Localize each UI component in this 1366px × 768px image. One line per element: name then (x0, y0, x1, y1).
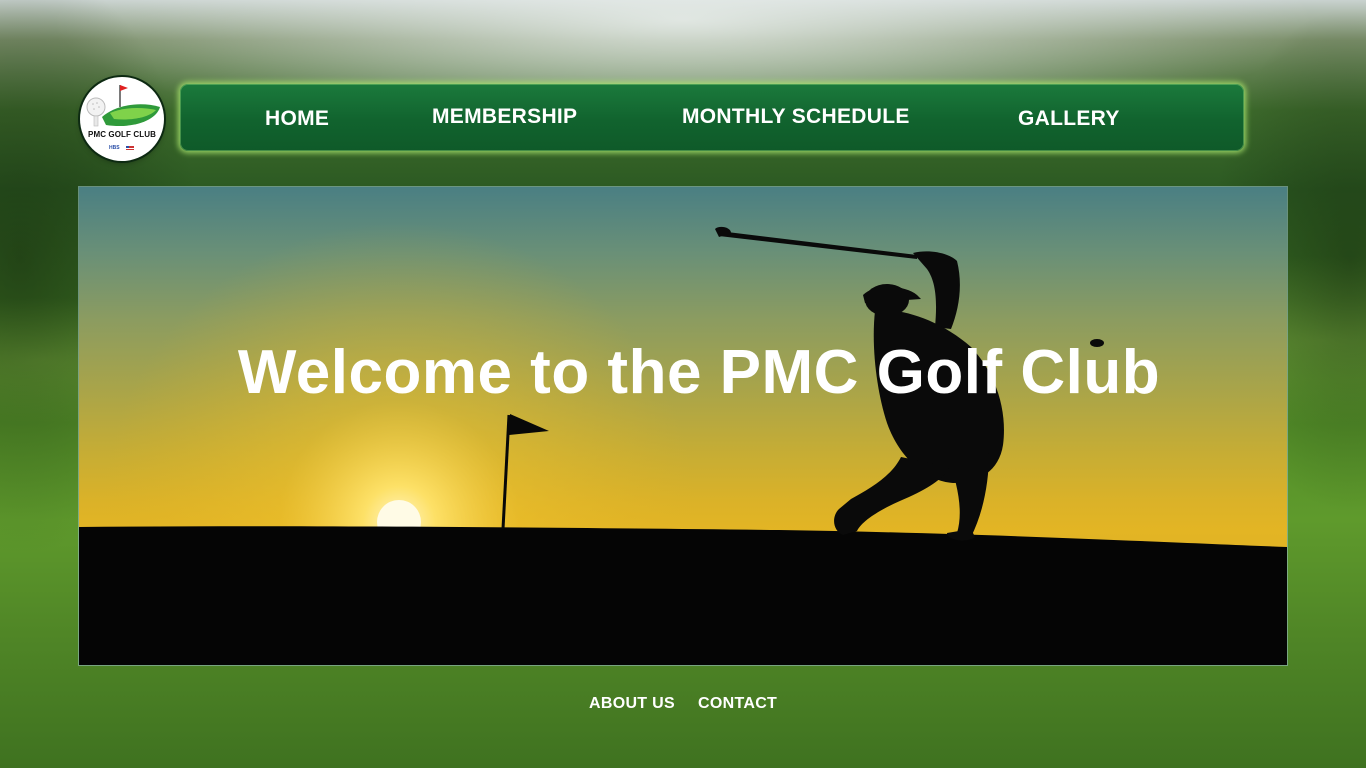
logo-graphic (86, 85, 160, 150)
hero-banner: Welcome to the PMC Golf Club (79, 187, 1287, 665)
nav-home[interactable]: HOME (265, 107, 329, 131)
golfer-sunset-image (79, 187, 1287, 665)
club-logo[interactable]: PMC GOLF CLUB HBS (80, 77, 164, 161)
logo-text: PMC GOLF CLUB (88, 130, 156, 139)
hero-title: Welcome to the PMC Golf Club (237, 338, 1161, 407)
nav-gallery[interactable]: GALLERY (1018, 107, 1120, 131)
nav-monthly-schedule[interactable]: MONTHLY SCHEDULE (682, 105, 910, 129)
main-navigation: HOME MEMBERSHIP MONTHLY SCHEDULE GALLERY (180, 84, 1244, 151)
page: PMC GOLF CLUB HBS HOME MEMBERSHIP MONTHL… (0, 0, 1366, 768)
footer-contact-link[interactable]: CONTACT (698, 695, 777, 713)
nav-membership[interactable]: MEMBERSHIP (432, 105, 577, 129)
footer-about-us-link[interactable]: ABOUT US (589, 695, 675, 713)
logo-small-text: HBS (109, 145, 120, 151)
